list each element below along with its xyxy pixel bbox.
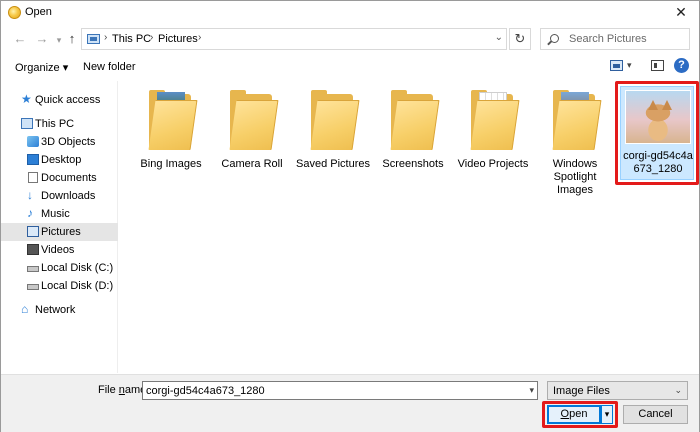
new-folder-button[interactable]: New folder — [83, 61, 136, 73]
sidebar-item-quick-access[interactable]: ★ Quick access — [1, 91, 118, 109]
forward-button[interactable]: → — [33, 30, 51, 48]
sidebar-item-label: Downloads — [41, 190, 96, 202]
command-bar: Organize ▾ New folder — [1, 55, 699, 79]
chevron-down-icon: ⌄ — [674, 385, 682, 395]
download-icon: ↓ — [27, 188, 33, 202]
sidebar-item-documents[interactable]: Documents — [1, 169, 118, 187]
sidebar-item-label: 3D Objects — [41, 136, 96, 148]
app-icon — [8, 6, 21, 19]
folder-icon — [552, 90, 602, 152]
chevron-down-icon[interactable]: ⌄ — [495, 32, 503, 43]
chevron-down-icon[interactable]: ▾ — [529, 385, 534, 396]
breadcrumb-pictures[interactable]: Pictures — [158, 33, 198, 45]
close-button[interactable]: ✕ — [671, 3, 691, 23]
network-icon: ⌂ — [21, 302, 29, 316]
sidebar-item-label: Local Disk (D:) — [41, 280, 114, 292]
back-button[interactable]: ← — [11, 30, 29, 48]
breadcrumb-separator: › — [104, 32, 108, 43]
document-icon — [28, 172, 38, 183]
refresh-button[interactable]: ↻ — [509, 28, 531, 50]
cube-icon — [27, 136, 39, 147]
sidebar-item-label: Videos — [41, 244, 75, 256]
title-bar: Open ✕ — [1, 1, 699, 25]
cancel-button[interactable]: Cancel — [623, 405, 688, 424]
sidebar-item-label: This PC — [35, 118, 75, 130]
music-icon: ♪ — [27, 206, 33, 220]
desktop-icon — [27, 154, 39, 165]
folder-label: Windows Spotlight Images — [552, 158, 598, 196]
computer-icon — [21, 118, 33, 129]
sidebar-item-downloads[interactable]: ↓ Downloads — [1, 187, 118, 205]
window-title: Open — [25, 6, 52, 18]
breadcrumb-separator: › — [198, 32, 202, 43]
view-options-icon[interactable] — [610, 60, 623, 71]
folder-icon — [390, 90, 440, 152]
folder-label: Video Projects — [457, 158, 529, 170]
open-dialog: Open ✕ ← → ▾ ↑ › This PC › Pictures › ⌄ … — [0, 0, 700, 432]
sidebar-item-label: Local Disk (C:) — [41, 262, 114, 274]
sidebar-item-label: Desktop — [41, 154, 82, 166]
up-button[interactable]: ↑ — [63, 30, 81, 48]
search-icon — [550, 34, 559, 43]
selection-highlight: corgi-gd54c4a673_1280 — [620, 86, 694, 180]
file-type-select[interactable]: Image Files ⌄ — [547, 381, 688, 400]
file-name-input[interactable] — [146, 384, 516, 397]
open-options-dropdown[interactable]: ▾ — [601, 405, 613, 424]
sidebar-item-label: Quick access — [35, 94, 101, 106]
organize-button[interactable]: Organize ▾ — [15, 61, 68, 74]
search-input[interactable] — [569, 32, 684, 46]
file-corgi-image[interactable]: corgi-gd54c4a673_1280 — [615, 81, 699, 185]
video-icon — [27, 244, 39, 255]
preview-pane-icon[interactable] — [651, 60, 664, 71]
breadcrumb-separator: › — [150, 32, 154, 43]
sidebar-item-desktop[interactable]: Desktop — [1, 151, 118, 169]
pictures-icon — [27, 226, 39, 237]
star-icon: ★ — [21, 92, 32, 106]
address-bar[interactable]: › This PC › Pictures › ⌄ — [81, 28, 507, 50]
sidebar-item-pictures[interactable]: Pictures — [1, 223, 118, 241]
navigation-pane: ★ Quick access This PC 3D Objects Deskto… — [1, 81, 118, 373]
search-box[interactable] — [540, 28, 690, 50]
sidebar-item-music[interactable]: ♪ Music — [1, 205, 118, 223]
computer-icon — [87, 34, 100, 44]
folder-label: Saved Pictures — [296, 158, 370, 170]
sidebar-item-local-disk-c[interactable]: Local Disk (C:) — [1, 259, 118, 277]
sidebar-item-videos[interactable]: Videos — [1, 241, 118, 259]
folder-label: Screenshots — [382, 158, 444, 170]
folder-icon — [229, 90, 279, 152]
corgi-thumbnail-icon — [625, 90, 691, 144]
sidebar-item-label: Pictures — [41, 226, 81, 238]
breadcrumb-this-pc[interactable]: This PC — [112, 33, 151, 45]
sidebar-item-3d-objects[interactable]: 3D Objects — [1, 133, 118, 151]
file-label: corgi-gd54c4a673_1280 — [623, 150, 693, 175]
sidebar-item-this-pc[interactable]: This PC — [1, 115, 118, 133]
drive-icon — [27, 284, 39, 290]
sidebar-item-local-disk-d[interactable]: Local Disk (D:) — [1, 277, 118, 295]
folder-icon — [470, 90, 520, 152]
file-type-value: Image Files — [553, 385, 610, 397]
chevron-down-icon[interactable]: ▾ — [627, 60, 632, 71]
sidebar-item-network[interactable]: ⌂ Network — [1, 301, 118, 319]
open-button[interactable]: Open — [547, 405, 601, 424]
folder-label: Bing Images — [140, 158, 202, 170]
file-name-field[interactable]: ▾ — [142, 381, 538, 400]
sidebar-item-label: Documents — [41, 172, 97, 184]
folder-label: Camera Roll — [221, 158, 283, 170]
folder-icon — [148, 90, 198, 152]
help-icon[interactable]: ? — [674, 58, 689, 73]
sidebar-item-label: Music — [41, 208, 70, 220]
sidebar-item-label: Network — [35, 304, 76, 316]
drive-icon — [27, 266, 39, 272]
folder-icon — [310, 90, 360, 152]
